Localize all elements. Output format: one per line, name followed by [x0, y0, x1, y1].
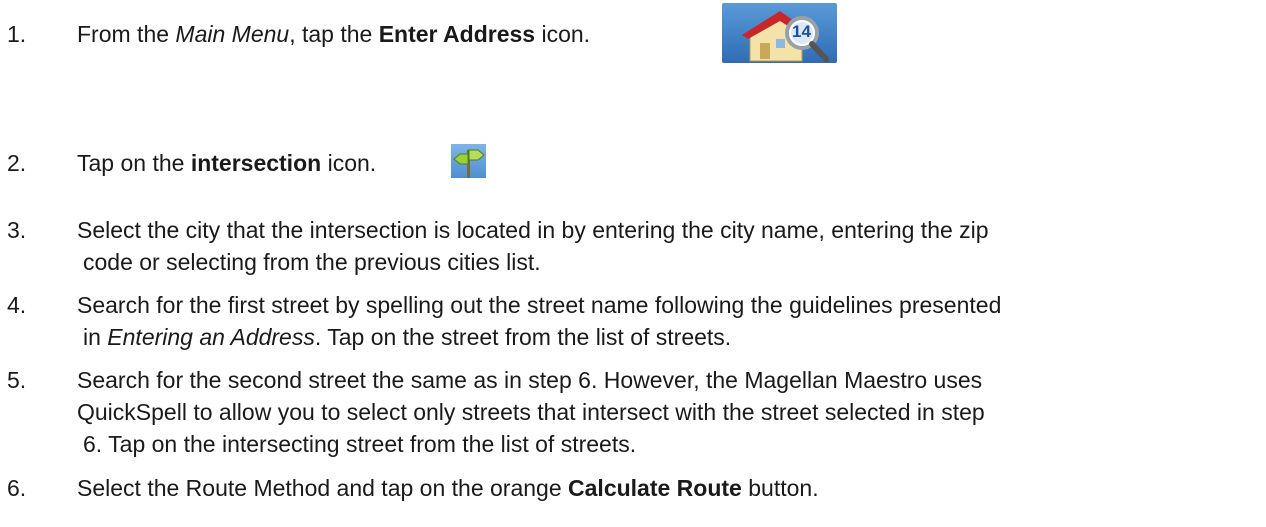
step-line: QuickSpell to allow you to select only s… [77, 399, 985, 425]
menu-name: Main Menu [175, 21, 290, 47]
step-number: 1. [7, 21, 27, 47]
step-line: Select the city that the intersection is… [77, 217, 989, 243]
step-text: Tap on the intersection icon. [77, 147, 1252, 179]
step-text-part: icon. [535, 21, 591, 47]
step-text-part: in [83, 324, 108, 350]
step-number: 2. [7, 150, 27, 176]
button-name: Calculate Route [568, 475, 742, 501]
address-number-badge: 14 [792, 22, 811, 41]
step-number: 5. [7, 367, 27, 393]
step-text: From the Main Menu, tap the Enter Addres… [77, 18, 1252, 50]
enter-address-icon: 14 [722, 3, 837, 63]
step-text-part: . Tap on the street from the list of str… [314, 324, 732, 350]
step-text-part: Select the Route Method and tap on the o… [77, 475, 569, 501]
step-line: in Entering an Address. Tap on the stree… [77, 321, 1252, 353]
icon-name: Enter Address [378, 21, 536, 47]
step-text: Search for the second street the same as… [77, 364, 1252, 460]
icon-name: intersection [190, 150, 322, 176]
step-text: Select the city that the intersection is… [77, 214, 1252, 278]
step-line: Search for the second street the same as… [77, 367, 983, 393]
step-text-part: icon. [321, 150, 377, 176]
step-text: Search for the first street by spelling … [77, 289, 1252, 353]
step-line: code or selecting from the previous citi… [83, 249, 541, 275]
step-text: Select the Route Method and tap on the o… [77, 472, 1252, 504]
intersection-icon [451, 144, 486, 178]
step-text-part: , tap the [289, 21, 379, 47]
section-name: Entering an Address [107, 324, 315, 350]
step-text-part: button. [741, 475, 819, 501]
step-number: 3. [7, 217, 27, 243]
step-number: 6. [7, 475, 27, 501]
step-line: Search for the first street by spelling … [77, 292, 1002, 318]
step-text-part: From the [77, 21, 176, 47]
step-line: 6. Tap on the intersecting street from t… [83, 431, 637, 457]
step-number: 4. [7, 292, 27, 318]
step-text-part: Tap on the [77, 150, 191, 176]
